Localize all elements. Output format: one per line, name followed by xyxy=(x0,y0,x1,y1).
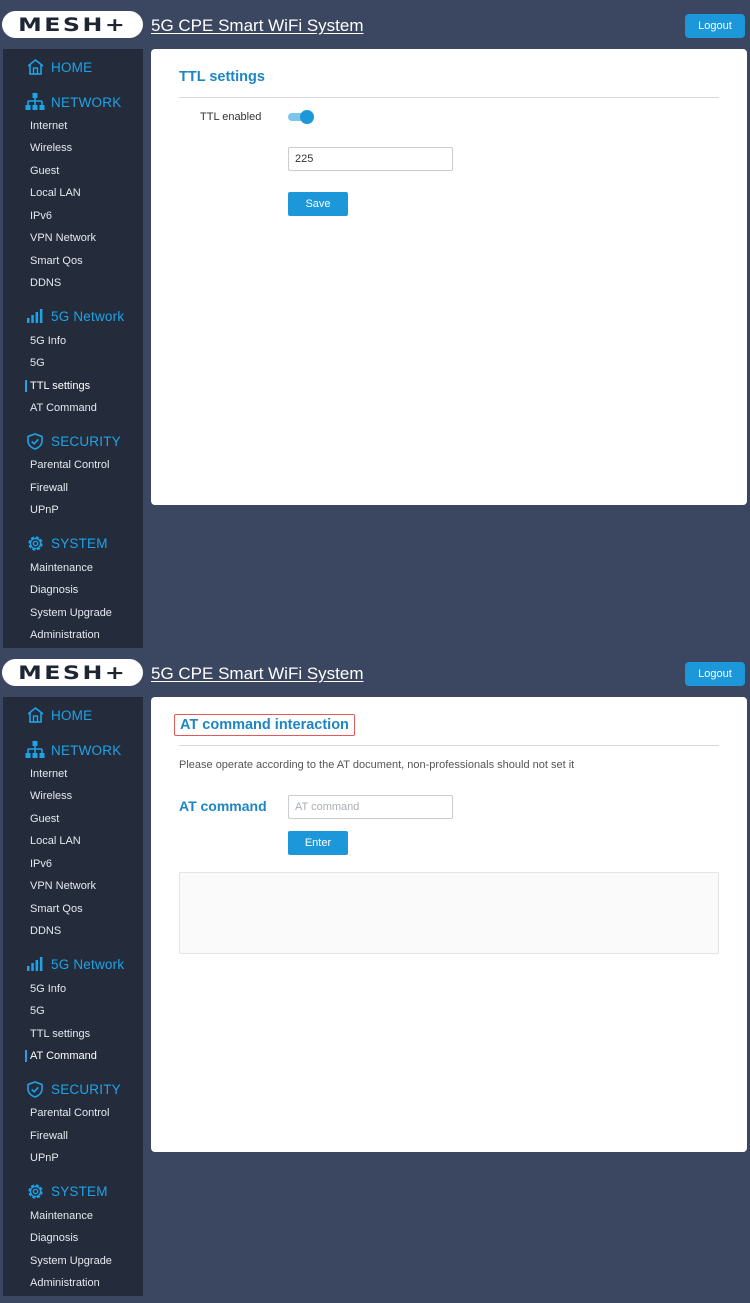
sidebar-item-local-lan[interactable]: Local LAN xyxy=(30,834,81,848)
sidebar-section-security[interactable]: SECURITY xyxy=(3,1078,143,1100)
brand-logo: MESH+ xyxy=(2,659,143,686)
sidebar-item-wireless[interactable]: Wireless xyxy=(30,141,72,155)
sidebar-item-at-command[interactable]: AT Command xyxy=(30,401,97,415)
logo-text: MESH+ xyxy=(17,661,128,684)
sidebar-item-ddns[interactable]: DDNS xyxy=(30,924,61,938)
sidebar-item-maintenance[interactable]: Maintenance xyxy=(30,561,93,575)
sidebar: HOME NETWORK Internet Wireless Guest Loc… xyxy=(3,697,143,1296)
network-icon xyxy=(25,740,45,760)
sidebar-item-system-upgrade[interactable]: System Upgrade xyxy=(30,1254,112,1268)
sidebar-item-upnp[interactable]: UPnP xyxy=(30,503,59,517)
sidebar-item-vpn-network[interactable]: VPN Network xyxy=(30,879,96,893)
logo-text: MESH+ xyxy=(17,13,128,36)
warning-note: Please operate according to the AT docum… xyxy=(179,759,575,771)
sidebar-section-security[interactable]: SECURITY xyxy=(3,430,143,452)
sidebar-item-ttl-settings[interactable]: TTL settings xyxy=(30,379,90,393)
sidebar-item-at-command[interactable]: AT Command xyxy=(30,1049,97,1063)
sidebar-item-internet[interactable]: Internet xyxy=(30,767,67,781)
title-divider xyxy=(179,745,719,746)
screen-at-command: MESH+ 5G CPE Smart WiFi System Logout HO… xyxy=(0,648,750,1296)
sidebar-item-upnp[interactable]: UPnP xyxy=(30,1151,59,1165)
sidebar-section-system[interactable]: SYSTEM xyxy=(3,532,143,554)
sidebar-item-5g[interactable]: 5G xyxy=(30,1004,45,1018)
sidebar-item-system-upgrade[interactable]: System Upgrade xyxy=(30,606,112,620)
gear-icon xyxy=(25,533,45,553)
sidebar-item-administration[interactable]: Administration xyxy=(30,1276,100,1290)
sidebar-item-5g-info[interactable]: 5G Info xyxy=(30,334,66,348)
sidebar-section-5g-network[interactable]: 5G Network xyxy=(3,953,143,975)
save-button[interactable]: Save xyxy=(288,192,348,216)
sidebar-item-guest[interactable]: Guest xyxy=(30,812,59,826)
sidebar-5g-network-label: 5G Network xyxy=(51,308,125,324)
network-icon xyxy=(25,92,45,112)
sidebar-item-5g-info[interactable]: 5G Info xyxy=(30,982,66,996)
sidebar-home-label: HOME xyxy=(51,707,93,723)
sidebar-5g-network-label: 5G Network xyxy=(51,956,125,972)
sidebar-item-wireless[interactable]: Wireless xyxy=(30,789,72,803)
sidebar-section-5g-network[interactable]: 5G Network xyxy=(3,305,143,327)
home-icon xyxy=(25,57,45,77)
gear-icon xyxy=(25,1181,45,1201)
sidebar-network-label: NETWORK xyxy=(51,742,122,758)
sidebar-item-parental-control[interactable]: Parental Control xyxy=(30,1106,110,1120)
sidebar-section-home[interactable]: HOME xyxy=(3,704,143,726)
system-title-link[interactable]: 5G CPE Smart WiFi System xyxy=(151,16,364,36)
ttl-enabled-toggle[interactable] xyxy=(288,110,314,124)
sidebar-security-label: SECURITY xyxy=(51,1081,121,1097)
signal-bars-icon xyxy=(25,954,45,974)
toggle-knob xyxy=(300,110,314,124)
enter-button[interactable]: Enter xyxy=(288,831,348,855)
active-item-indicator xyxy=(25,1050,27,1062)
sidebar-item-guest[interactable]: Guest xyxy=(30,164,59,178)
sidebar-section-network[interactable]: NETWORK xyxy=(3,91,143,113)
shield-icon xyxy=(25,1079,45,1099)
ttl-value-input[interactable]: 225 xyxy=(288,147,453,171)
sidebar-item-ddns[interactable]: DDNS xyxy=(30,276,61,290)
sidebar-item-maintenance[interactable]: Maintenance xyxy=(30,1209,93,1223)
logout-button[interactable]: Logout xyxy=(685,14,745,38)
sidebar-item-ttl-settings[interactable]: TTL settings xyxy=(30,1027,90,1041)
sidebar-item-internet[interactable]: Internet xyxy=(30,119,67,133)
sidebar-item-vpn-network[interactable]: VPN Network xyxy=(30,231,96,245)
shield-icon xyxy=(25,431,45,451)
sidebar-item-smart-qos[interactable]: Smart Qos xyxy=(30,902,83,916)
card-title: TTL settings xyxy=(179,69,265,85)
sidebar-section-home[interactable]: HOME xyxy=(3,56,143,78)
signal-bars-icon xyxy=(25,306,45,326)
sidebar-item-5g[interactable]: 5G xyxy=(30,356,45,370)
sidebar-home-label: HOME xyxy=(51,59,93,75)
ttl-enabled-label: TTL enabled xyxy=(200,111,262,123)
sidebar-security-label: SECURITY xyxy=(51,433,121,449)
sidebar-section-system[interactable]: SYSTEM xyxy=(3,1180,143,1202)
brand-logo: MESH+ xyxy=(2,11,143,38)
sidebar-item-firewall[interactable]: Firewall xyxy=(30,481,68,495)
sidebar-item-firewall[interactable]: Firewall xyxy=(30,1129,68,1143)
sidebar-section-network[interactable]: NETWORK xyxy=(3,739,143,761)
sidebar-item-local-lan[interactable]: Local LAN xyxy=(30,186,81,200)
sidebar-item-ipv6[interactable]: IPv6 xyxy=(30,209,52,223)
logout-button[interactable]: Logout xyxy=(685,662,745,686)
sidebar-item-smart-qos[interactable]: Smart Qos xyxy=(30,254,83,268)
sidebar: HOME NETWORK Internet Wireless Guest Loc… xyxy=(3,49,143,648)
screen-ttl-settings: MESH+ 5G CPE Smart WiFi System Logout HO… xyxy=(0,0,750,648)
at-command-card: AT command interaction Please operate ac… xyxy=(151,697,747,1152)
sidebar-item-parental-control[interactable]: Parental Control xyxy=(30,458,110,472)
sidebar-network-label: NETWORK xyxy=(51,94,122,110)
system-title-link[interactable]: 5G CPE Smart WiFi System xyxy=(151,664,364,684)
sidebar-system-label: SYSTEM xyxy=(51,1183,108,1199)
active-item-indicator xyxy=(25,380,27,392)
sidebar-item-ipv6[interactable]: IPv6 xyxy=(30,857,52,871)
card-title: AT command interaction xyxy=(174,714,355,736)
sidebar-system-label: SYSTEM xyxy=(51,535,108,551)
sidebar-item-diagnosis[interactable]: Diagnosis xyxy=(30,583,78,597)
ttl-settings-card: TTL settings TTL enabled 225 Save xyxy=(151,49,747,505)
at-command-input[interactable]: AT command xyxy=(288,795,453,819)
sidebar-item-diagnosis[interactable]: Diagnosis xyxy=(30,1231,78,1245)
sidebar-item-administration[interactable]: Administration xyxy=(30,628,100,642)
at-command-label: AT command xyxy=(179,798,267,814)
home-icon xyxy=(25,705,45,725)
title-divider xyxy=(179,97,719,98)
at-response-output xyxy=(179,872,719,954)
